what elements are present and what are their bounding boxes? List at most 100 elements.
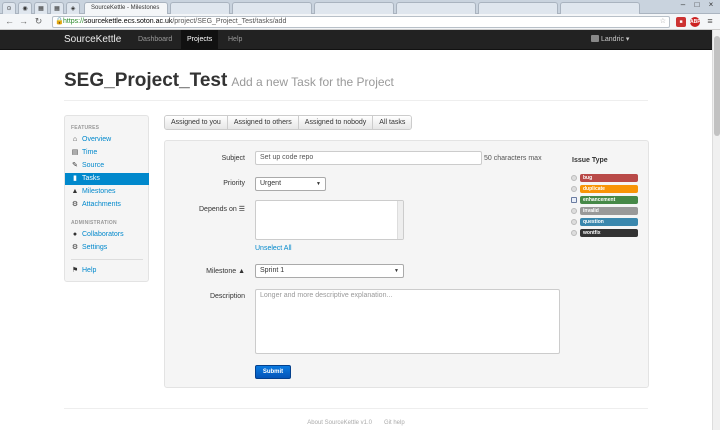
road-icon: ▲ [238,268,245,275]
sidebar-item-settings[interactable]: ⚙ Settings [65,242,149,254]
cog-icon: ⚙ [71,244,79,251]
sidebar-item-label: Tasks [82,175,100,182]
avatar [591,35,599,42]
sidebar-item-label: Overview [82,136,112,143]
forward-icon[interactable]: → [18,16,29,27]
sidebar-item-source[interactable]: ✎ Source [65,160,149,172]
unselect-all-link[interactable]: Unselect All [255,245,292,252]
radio-button[interactable] [571,219,577,225]
browser-tab-title: SourceKettle - Milestones [91,5,160,11]
radio-button[interactable] [571,208,577,214]
sidebar-item-help[interactable]: ⚑ Help [65,265,149,277]
browser-tab[interactable] [170,2,230,14]
sidebar-item-label: Time [82,149,98,156]
browser-tab[interactable]: ▦ [34,2,48,14]
user-name: Landric [601,36,624,43]
issue-type-label: bug [580,174,638,182]
subject-label: Subject [221,155,245,162]
browser-tab[interactable] [396,2,476,14]
menu-icon[interactable]: ≡ [705,17,715,27]
nav-help[interactable]: Help [222,30,248,50]
checked-radio-button[interactable] [571,197,577,203]
sidebar-item-attachments[interactable]: ⚙ Attachments [65,199,149,211]
extension-icon[interactable]: ■ [676,17,686,27]
url-path: /project/SEG_Project_Test/tasks/add [172,18,287,25]
home-icon: ⌂ [72,136,78,143]
radio-button[interactable] [571,230,577,236]
browser-tab[interactable] [314,2,394,14]
depends-on-label: Depends on ☰ [185,205,245,213]
star-icon[interactable]: ☆ [660,17,666,27]
milestone-select[interactable]: Sprint 1 ▼ [255,264,404,278]
sidebar-item-label: Help [82,267,97,274]
description-label: Description [209,293,245,300]
browser-toolbar: ← → ↻ 🔒 https://sourcekettle.ecs.soton.a… [0,14,720,30]
close-icon[interactable]: × [704,0,718,10]
brand-logo[interactable]: SourceKettle [64,34,121,46]
sidebar-item-tasks[interactable]: ▮ Tasks [65,173,149,185]
project-sidebar: FEATURES ⌂ Overview ▤ Time ✎ Source ▮ Tasks … [64,115,149,282]
browser-tab[interactable]: ◈ [66,2,80,14]
issue-type-label: wontfix [580,229,638,237]
nav-projects[interactable]: Projects [181,30,219,50]
minimize-icon[interactable]: – [676,0,690,10]
browser-tab[interactable] [560,2,640,14]
description-textarea[interactable]: Longer and more descriptive explanation.… [255,289,560,354]
milestone-label: Milestone ▲ [185,268,245,275]
adblock-badge: ABP [690,19,701,25]
filter-assigned-to-nobody[interactable]: Assigned to nobody [298,116,374,129]
maximize-icon[interactable]: □ [690,0,704,10]
depends-on-text: Depends on [199,206,237,213]
submit-button[interactable]: Submit [255,365,291,379]
page-title: SEG_Project_Test [64,70,228,91]
browser-tab[interactable]: ⊙ [2,2,16,14]
subject-help: 50 characters max [484,155,542,162]
subject-input[interactable]: Set up code repo [255,151,482,165]
sidebar-item-overview[interactable]: ⌂ Overview [65,134,149,146]
adblock-icon[interactable]: ABP [690,17,701,27]
radio-button[interactable] [571,186,577,192]
url-host: sourcekettle.ecs.soton.ac.uk [84,18,173,25]
page-scrollbar[interactable] [712,30,720,430]
footer: About SourceKettle v1.0 Git help [0,420,712,426]
issue-type-title: Issue Type [572,157,608,164]
browser-tab-active[interactable]: SourceKettle - Milestones [84,2,168,14]
list-icon: ☰ [238,206,245,213]
nav-dashboard[interactable]: Dashboard [132,30,178,50]
top-navbar: SourceKettle Dashboard Projects Help Lan… [0,30,712,50]
reload-icon[interactable]: ↻ [33,16,44,27]
url-scheme: https:// [63,18,85,25]
calendar-icon: ▤ [71,149,79,156]
sidebar-item-time[interactable]: ▤ Time [65,147,149,159]
caret-down-icon: ▼ [316,181,321,187]
issue-type-label: question [580,218,638,226]
radio-button[interactable] [571,175,577,181]
browser-tab[interactable]: ◉ [18,2,32,14]
features-header: FEATURES [71,125,100,131]
filter-assigned-to-others[interactable]: Assigned to others [227,116,299,129]
caret-down-icon: ▾ [625,36,630,43]
scrollbar-thumb[interactable] [714,36,720,136]
address-bar[interactable]: 🔒 https://sourcekettle.ecs.soton.ac.uk/p… [52,16,670,28]
sidebar-item-collaborators[interactable]: ● Collaborators [65,229,149,241]
depends-on-listbox[interactable] [255,200,404,240]
filter-all-tasks[interactable]: All tasks [373,116,412,129]
browser-tab[interactable] [478,2,558,14]
priority-select[interactable]: Urgent ▼ [255,177,326,191]
back-icon[interactable]: ← [4,16,15,27]
milestone-value: Sprint 1 [260,267,285,274]
page-header: SEG_Project_Test Add a new Task for the P… [64,70,394,92]
filter-assigned-to-you[interactable]: Assigned to you [165,116,228,129]
file-icon: ▮ [73,175,77,182]
caret-down-icon: ▼ [394,268,399,274]
browser-tab[interactable] [232,2,312,14]
user-icon: ● [72,231,78,238]
browser-tab[interactable]: ▦ [50,2,64,14]
footer-git-help-link[interactable]: Git help [384,420,405,426]
listbox-scrollbar[interactable] [397,201,403,239]
user-menu[interactable]: Landric ▾ [591,30,629,50]
footer-about-link[interactable]: About SourceKettle v1.0 [307,420,372,426]
page-subtitle: Add a new Task for the Project [231,75,394,89]
gear-icon: ⚙ [71,201,79,208]
sidebar-item-milestones[interactable]: ▲ Milestones [65,186,149,198]
